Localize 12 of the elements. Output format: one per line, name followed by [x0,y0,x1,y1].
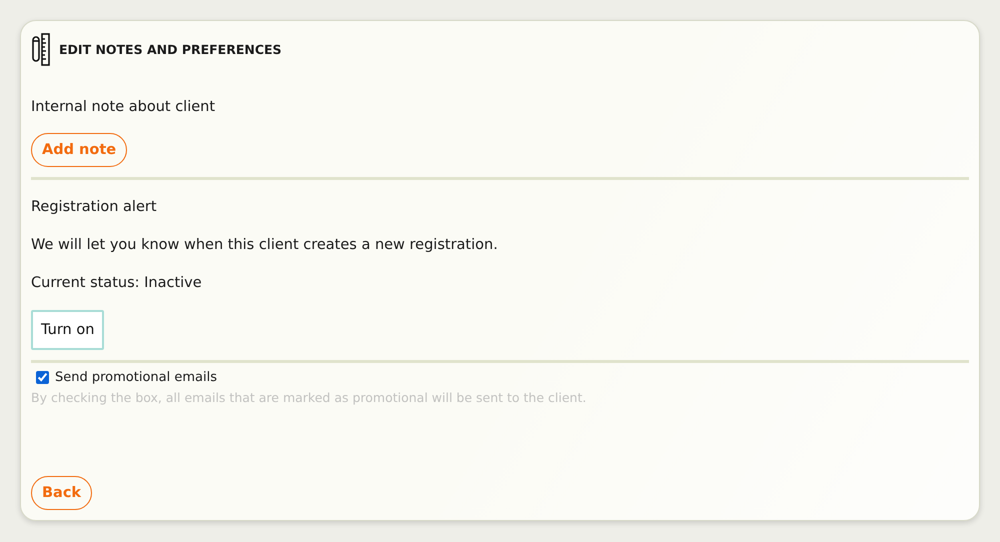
checkbox-label: Send promotional emails [55,370,217,385]
turn-on-button[interactable]: Turn on [31,310,104,350]
hint-text: By checking the box, all emails that are marked as promotional will be sent to the client. [31,390,588,405]
section-title: Registration alert [31,199,158,215]
status-text: Current status: Inactive [31,275,203,291]
note-label: Internal note about client [31,99,216,115]
back-button[interactable]: Back [31,476,92,510]
checkbox[interactable] [36,371,49,384]
description-text: We will let you know when this client creates a new registration. [31,237,499,253]
dialog-title: EDIT NOTES AND PREFERENCES [59,42,282,56]
add-note-button[interactable]: Add note [31,133,128,167]
pencil-ruler-icon [31,32,51,66]
